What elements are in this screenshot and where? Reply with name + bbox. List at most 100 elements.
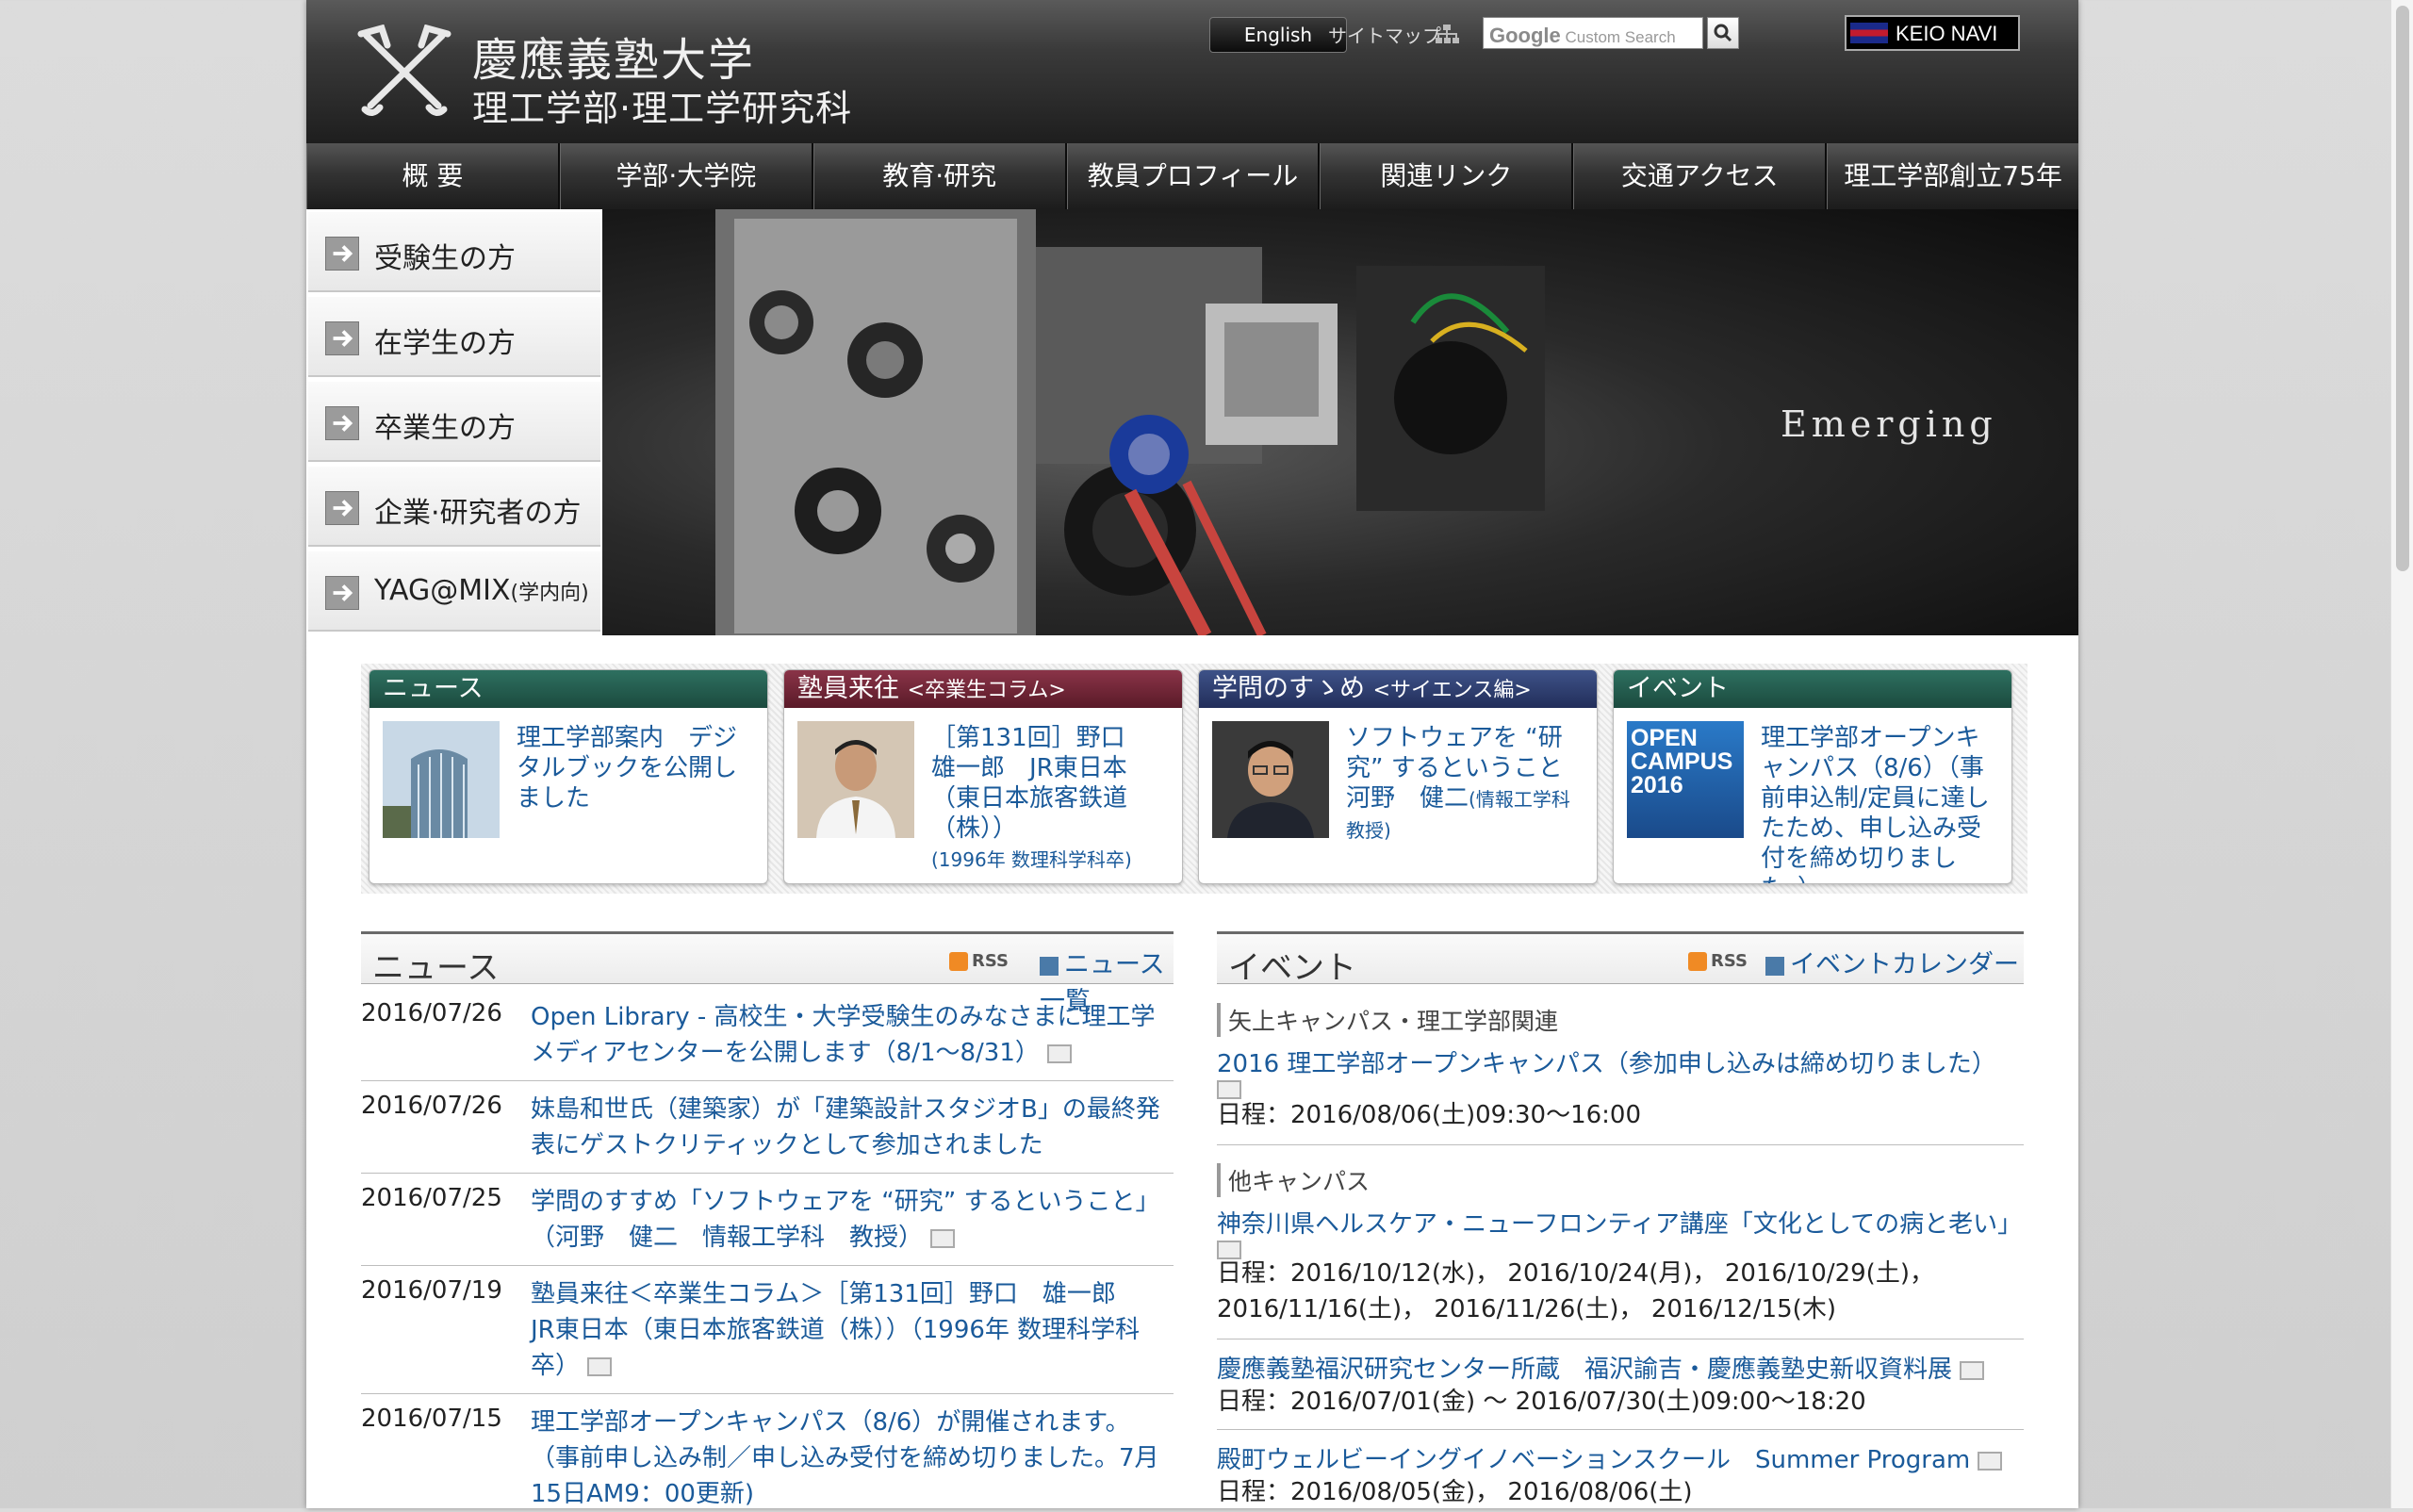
news-link[interactable]: 理工学部オープンキャンパス（8/6）が開催されます。（事前申し込み制／申し込み受… [531, 1405, 1162, 1512]
news-date: 2016/07/25 [361, 1184, 502, 1212]
feature-heading-text: 学問のすゝめ [1212, 674, 1365, 703]
new-window-icon [1046, 1044, 1072, 1063]
english-button[interactable]: English [1209, 17, 1347, 53]
vertical-scrollbar[interactable] [2390, 0, 2413, 1508]
sitemap-icon[interactable] [1434, 23, 1460, 45]
event-separator [1217, 1144, 2024, 1145]
open-campus-thumbnail-text: OPEN CAMPUS 2016 [1631, 725, 1733, 798]
arrow-right-icon [325, 237, 359, 271]
sitemap-link[interactable]: サイトマップ [1328, 21, 1441, 48]
side-item-label: 受験生の方 [374, 242, 516, 275]
news-date: 2016/07/15 [361, 1405, 502, 1433]
feature-heading: ニュース [369, 670, 767, 708]
side-item-label: YAG@MIX(学内向) [374, 574, 589, 607]
side-menu: 受験生の方 在学生の方 卒業生の方 企業·研究者の方 YAG@MIX(学内向) [306, 209, 602, 635]
header: 慶應義塾大学 理工学部·理工学研究科 English サイトマップ Google… [306, 0, 2078, 143]
rss-icon [949, 952, 968, 971]
new-window-icon [1978, 1451, 2003, 1471]
nav-education-research[interactable]: 教育·研究 [813, 143, 1067, 209]
scrollbar-thumb[interactable] [2396, 6, 2409, 571]
feature-link-text: ［第131回］野口 雄一郎 JR東日本（東日本旅客鉄道（株）） [931, 724, 1150, 843]
professor-portrait-thumbnail [1212, 721, 1329, 838]
news-date: 2016/07/26 [361, 999, 502, 1027]
event-section-header: イベント RSS イベントカレンダー [1217, 931, 2024, 987]
nav-access[interactable]: 交通アクセス [1573, 143, 1828, 209]
open-campus-thumbnail: OPEN CAMPUS 2016 [1627, 721, 1744, 838]
search-placeholder: Custom Search [1565, 28, 1676, 46]
page: 慶應義塾大学 理工学部·理工学研究科 English サイトマップ Google… [306, 0, 2079, 1508]
feature-heading-sub: <卒業生コラム> [907, 679, 1066, 702]
arrow-right-icon [1040, 956, 1059, 976]
event-date: 日程：2016/08/06(土)09:30〜16:00 [1217, 1101, 1641, 1129]
feature-link-sub: (1996年 数理科学科卒) [931, 848, 1132, 871]
rss-label: RSS [972, 951, 1009, 971]
event-category-other: 他キャンパス [1217, 1163, 1370, 1197]
site-subtitle[interactable]: 理工学部·理工学研究科 [472, 79, 852, 131]
news-link[interactable]: 学問のすすめ「ソフトウェアを “研究” するということ」（河野 健二 情報工学科… [531, 1184, 1162, 1256]
keio-pen-logo-icon[interactable] [355, 25, 453, 119]
hero-image: Emerging [602, 209, 2078, 635]
news-link[interactable]: 塾員来往＜卒業生コラム＞［第131回］野口 雄一郎 JR東日本（東日本旅客鉄道（… [531, 1276, 1162, 1384]
news-row: 2016/07/19 塾員来往＜卒業生コラム＞［第131回］野口 雄一郎 JR東… [361, 1276, 1174, 1394]
event-date: 日程：2016/08/05(金)， 2016/08/06(土) [1217, 1478, 1693, 1506]
feature-event[interactable]: イベント OPEN CAMPUS 2016 理工学部オープンキャンパス（8/6）… [1613, 669, 2012, 884]
side-item-label: 卒業生の方 [374, 412, 516, 445]
feature-link[interactable]: 理工学部オープンキャンパス（8/6）（事前申込制/定員に達したため、申し込み受付… [1761, 723, 1998, 883]
hero-caption: Emerging [1781, 403, 1997, 445]
event-date: 日程：2016/10/12(水)， 2016/10/24(月)， 2016/10… [1217, 1259, 1934, 1323]
event-separator [1217, 1429, 2024, 1430]
keio-navi-button[interactable]: KEIO NAVI [1845, 15, 2020, 51]
arrow-right-icon [325, 491, 359, 525]
news-link[interactable]: Open Library - 高校生・大学受験生のみなさまに理工学メディアセンタ… [531, 999, 1162, 1071]
news-date: 2016/07/19 [361, 1276, 502, 1305]
new-window-icon [930, 1228, 956, 1248]
news-row: 2016/07/25 学問のすすめ「ソフトウェアを “研究” するということ」（… [361, 1184, 1174, 1266]
news-rss-link[interactable]: RSS [949, 951, 1009, 971]
nav-faculty-graduate[interactable]: 学部·大学院 [559, 143, 813, 209]
arrow-right-icon [1765, 956, 1784, 976]
news-link[interactable]: 妹島和世氏（建築家）が「建築設計スタジオB」の最終発表にゲストクリティックとして… [531, 1092, 1162, 1163]
news-section-header: ニュース RSS ニュース一覧 [361, 931, 1174, 1016]
arrow-right-icon [325, 406, 359, 440]
feature-news[interactable]: ニュース 理工学部案内 デジタルブックを公開しました [369, 669, 768, 884]
nav-75th-anniversary[interactable]: 理工学部創立75年 [1827, 143, 2079, 209]
news-link-text: 塾員来往＜卒業生コラム＞［第131回］野口 雄一郎 JR東日本（東日本旅客鉄道（… [531, 1280, 1141, 1380]
side-item-applicants[interactable]: 受験生の方 [308, 211, 600, 292]
side-item-alumni[interactable]: 卒業生の方 [308, 381, 600, 462]
building-thumbnail [383, 721, 500, 838]
event-link[interactable]: 慶應義塾福沢研究センター所蔵 福沢諭吉・慶應義塾史新収資料展 [1217, 1350, 1985, 1385]
event-link-text: 殿町ウェルビーイングイノベーションスクール Summer Program [1217, 1446, 1971, 1474]
feature-boxes: ニュース 理工学部案内 デジタルブックを公開しました 塾員来往 <卒業生コラム>… [361, 664, 2027, 894]
new-window-icon [1217, 1080, 1241, 1099]
arrow-right-icon [325, 321, 359, 355]
google-logo: Google [1489, 24, 1561, 47]
feature-link[interactable]: ［第131回］野口 雄一郎 JR東日本（東日本旅客鉄道（株）） (1996年 数理… [931, 723, 1169, 875]
side-item-label: 在学生の方 [374, 327, 516, 360]
event-link[interactable]: 2016 理工学部オープンキャンパス（参加申し込みは締め切りました） [1217, 1044, 1996, 1079]
feature-link[interactable]: 理工学部案内 デジタルブックを公開しました [517, 723, 754, 814]
arrow-right-icon [325, 576, 359, 610]
event-rss-link[interactable]: RSS [1688, 951, 1748, 971]
event-link[interactable]: 殿町ウェルビーイングイノベーションスクール Summer Program [1217, 1440, 2003, 1475]
rss-label: RSS [1711, 951, 1748, 971]
side-item-label: 企業·研究者の方 [374, 497, 582, 530]
event-section-title: イベント [1228, 949, 1356, 987]
feature-heading: イベント [1614, 670, 2011, 708]
search-button[interactable] [1707, 17, 1739, 49]
feature-link[interactable]: ソフトウェアを “研究” するということ 河野 健二(情報工学科 教授) [1346, 723, 1589, 846]
news-section-title: ニュース [372, 949, 500, 987]
search-icon [1714, 24, 1732, 42]
nav-faculty-profile[interactable]: 教員プロフィール [1066, 143, 1321, 209]
side-item-students[interactable]: 在学生の方 [308, 296, 600, 377]
nav-overview[interactable]: 概 要 [306, 143, 560, 209]
feature-science-column[interactable]: 学問のすゝめ <サイエンス編> ソフトウェアを “研究” するということ 河野 … [1198, 669, 1598, 884]
search-input[interactable]: Google Custom Search [1483, 17, 1703, 49]
side-item-yagmix[interactable]: YAG@MIX(学内向) [308, 551, 600, 632]
event-calendar-link[interactable]: イベントカレンダー [1765, 944, 2019, 980]
event-link[interactable]: 神奈川県ヘルスケア・ニューフロンティア講座「文化としての病と老い」 [1217, 1205, 2022, 1240]
new-window-icon [587, 1356, 613, 1376]
side-item-companies-researchers[interactable]: 企業·研究者の方 [308, 466, 600, 547]
feature-alumni-column[interactable]: 塾員来往 <卒業生コラム> ［第131回］野口 雄一郎 JR東日本（東日本旅客鉄… [783, 669, 1183, 884]
nav-related-links[interactable]: 関連リンク [1320, 143, 1574, 209]
feature-heading-text: イベント [1627, 674, 1729, 703]
